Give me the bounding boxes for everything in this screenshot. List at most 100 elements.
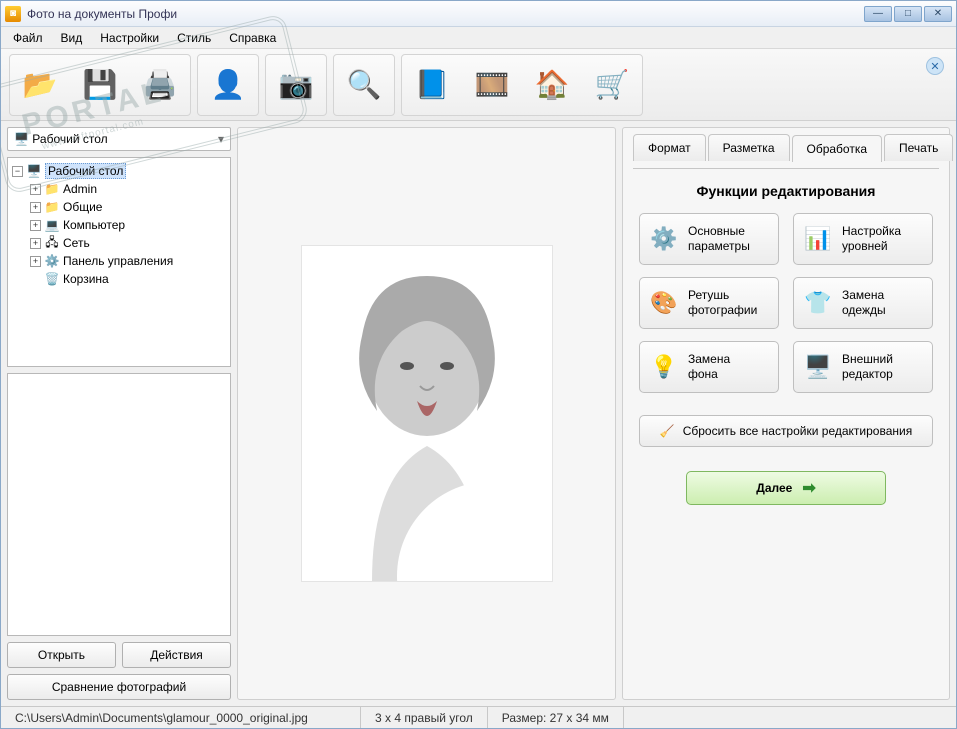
tree-item-control-panel[interactable]: +⚙️Панель управления: [30, 252, 226, 270]
compare-button-label: Сравнение фотографий: [52, 680, 186, 694]
menu-settings[interactable]: Настройки: [92, 29, 167, 47]
photo-preview[interactable]: [302, 246, 552, 581]
maximize-button[interactable]: □: [894, 6, 922, 22]
tree-item-label: Панель управления: [63, 254, 173, 268]
tab-label: Формат: [648, 141, 691, 155]
status-corner: 3 x 4 правый угол: [361, 707, 488, 728]
menu-file[interactable]: Файл: [5, 29, 51, 47]
tab-layout[interactable]: Разметка: [708, 134, 790, 161]
reset-button[interactable]: 🧹 Сбросить все настройки редактирования: [639, 415, 933, 447]
broom-icon: 🧹: [660, 424, 675, 438]
next-button[interactable]: Далее ➡: [686, 471, 886, 505]
close-button[interactable]: ✕: [924, 6, 952, 22]
tool-help-book[interactable]: 📘: [404, 57, 460, 113]
window-title: Фото на документы Профи: [27, 7, 864, 21]
thumbnail-preview: [7, 373, 231, 636]
toolbar: 📂 💾 🖨️ 👤 📷 🔍 📘 🎞️ 🏠 🛒 ✕: [1, 49, 956, 121]
titlebar: ◙ Фото на документы Профи — □ ✕: [1, 1, 956, 27]
tree-item-label: Общие: [63, 200, 102, 214]
tool-print[interactable]: 🖨️: [132, 57, 188, 113]
tool-camera[interactable]: 📷: [268, 57, 324, 113]
expander-plus-icon[interactable]: +: [30, 220, 41, 231]
minimize-button[interactable]: —: [864, 6, 892, 22]
tree-item-label: Компьютер: [63, 218, 125, 232]
expander-plus-icon[interactable]: +: [30, 238, 41, 249]
tree-root[interactable]: − 🖥️ Рабочий стол: [12, 162, 226, 180]
tree-item-label: Корзина: [63, 272, 109, 286]
save-icon: 💾: [80, 65, 120, 105]
expander-plus-icon[interactable]: +: [30, 184, 41, 195]
expander-plus-icon[interactable]: +: [30, 202, 41, 213]
tool-group-file: 📂 💾 🖨️: [9, 54, 191, 116]
film-reel-icon: 🎞️: [472, 65, 512, 105]
actions-button[interactable]: Действия: [122, 642, 231, 668]
edit-btn-label: Замена одежды: [842, 288, 886, 318]
network-icon: 🖧: [44, 235, 60, 251]
left-buttons: Открыть Действия: [7, 642, 231, 668]
edit-retouch[interactable]: 🎨 Ретушь фотографии: [639, 277, 779, 329]
expander-minus-icon[interactable]: −: [12, 166, 23, 177]
edit-btn-label: Замена фона: [688, 352, 730, 382]
status-path: C:\Users\Admin\Documents\glamour_0000_or…: [1, 707, 361, 728]
center-panel: [237, 127, 616, 700]
expander-plus-icon[interactable]: +: [30, 256, 41, 267]
tab-print[interactable]: Печать: [884, 134, 953, 161]
tree-item-network[interactable]: +🖧Сеть: [30, 234, 226, 252]
tree-item-label: Admin: [63, 182, 97, 196]
folder-tree[interactable]: − 🖥️ Рабочий стол +📁Admin +📁Общие +💻Комп…: [7, 157, 231, 367]
folder-icon: 📁: [44, 199, 60, 215]
tree-item-computer[interactable]: +💻Компьютер: [30, 216, 226, 234]
menu-view[interactable]: Вид: [53, 29, 91, 47]
chevron-down-icon: ▾: [218, 132, 224, 146]
next-button-label: Далее: [756, 481, 792, 495]
edit-levels[interactable]: 📊 Настройка уровней: [793, 213, 933, 265]
reset-button-label: Сбросить все настройки редактирования: [683, 424, 913, 438]
tab-processing[interactable]: Обработка: [792, 135, 883, 162]
tool-home[interactable]: 🏠: [524, 57, 580, 113]
open-button[interactable]: Открыть: [7, 642, 116, 668]
tool-open[interactable]: 📂: [12, 57, 68, 113]
tool-zoom-image[interactable]: 🔍: [336, 57, 392, 113]
path-combo-label: Рабочий стол: [32, 132, 107, 146]
edit-background[interactable]: 💡 Замена фона: [639, 341, 779, 393]
edit-clothes[interactable]: 👕 Замена одежды: [793, 277, 933, 329]
tree-item-admin[interactable]: +📁Admin: [30, 180, 226, 198]
tool-group-camera: 📷: [265, 54, 327, 116]
right-panel: Формат Разметка Обработка Печать Функции…: [622, 127, 950, 700]
gear-icon: ⚙️: [650, 225, 678, 253]
menu-help[interactable]: Справка: [221, 29, 284, 47]
tab-underline: [633, 168, 939, 169]
tool-group-zoom: 🔍: [333, 54, 395, 116]
tree-root-label: Рабочий стол: [45, 163, 126, 179]
tool-save[interactable]: 💾: [72, 57, 128, 113]
edit-external[interactable]: 🖥️ Внешний редактор: [793, 341, 933, 393]
tool-user-magnify[interactable]: 👤: [200, 57, 256, 113]
tree-item-recycle[interactable]: 🗑️Корзина: [30, 270, 226, 288]
help-book-icon: 📘: [412, 65, 452, 105]
tab-format[interactable]: Формат: [633, 134, 706, 161]
open-button-label: Открыть: [38, 648, 85, 662]
tab-label: Печать: [899, 141, 938, 155]
tree-item-public[interactable]: +📁Общие: [30, 198, 226, 216]
control-panel-icon: ⚙️: [44, 253, 60, 269]
edit-btn-label: Внешний редактор: [842, 352, 893, 382]
tool-cart[interactable]: 🛒: [584, 57, 640, 113]
edit-section-title: Функции редактирования: [633, 183, 939, 199]
statusbar: C:\Users\Admin\Documents\glamour_0000_or…: [1, 706, 956, 728]
edit-basic-params[interactable]: ⚙️ Основные параметры: [639, 213, 779, 265]
edit-grid: ⚙️ Основные параметры 📊 Настройка уровне…: [633, 213, 939, 393]
lamp-icon: 💡: [650, 353, 678, 381]
tab-label: Разметка: [723, 141, 775, 155]
desktop-icon: 🖥️: [26, 163, 42, 179]
recycle-bin-icon: 🗑️: [44, 271, 60, 287]
actions-button-label: Действия: [150, 648, 203, 662]
app-icon: ◙: [5, 6, 21, 22]
desktop-icon: 🖥️: [14, 132, 29, 146]
user-magnify-icon: 👤: [208, 65, 248, 105]
menu-style[interactable]: Стиль: [169, 29, 219, 47]
toolbar-close-hint[interactable]: ✕: [926, 57, 944, 75]
compare-button[interactable]: Сравнение фотографий: [7, 674, 231, 700]
tool-video[interactable]: 🎞️: [464, 57, 520, 113]
expander-none: [30, 274, 41, 285]
path-combo[interactable]: 🖥️ Рабочий стол ▾: [7, 127, 231, 151]
